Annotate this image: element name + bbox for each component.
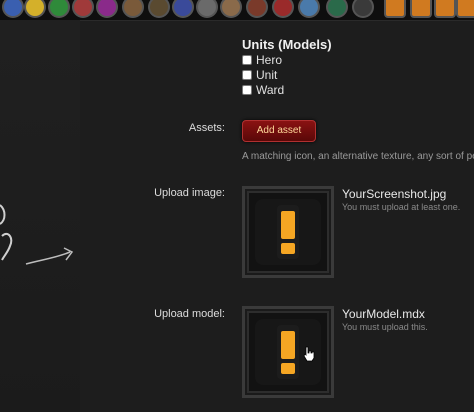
nav-icon-1[interactable] bbox=[2, 0, 24, 18]
nav-icon-5[interactable] bbox=[96, 0, 118, 18]
unit-checkbox[interactable] bbox=[242, 70, 252, 80]
nav-icon-2[interactable] bbox=[24, 0, 46, 18]
unit-type-option-unit[interactable]: Unit bbox=[242, 68, 277, 82]
hero-checkbox-label: Hero bbox=[256, 53, 283, 67]
units-section-title: Units (Models) bbox=[242, 37, 332, 52]
nav-icon-9[interactable] bbox=[196, 0, 218, 18]
upload-model-label: Upload model: bbox=[154, 308, 225, 320]
nav-icon-4[interactable] bbox=[72, 0, 94, 18]
scribble-decoration-icon bbox=[0, 204, 74, 265]
upload-image-filename: YourScreenshot.jpg bbox=[342, 187, 447, 201]
upload-model-dropzone[interactable] bbox=[242, 306, 334, 398]
upload-model-hint: You must upload this. bbox=[342, 322, 428, 332]
decorative-side-artwork bbox=[0, 20, 80, 412]
ward-checkbox-label: Ward bbox=[256, 83, 285, 97]
nav-icon-14[interactable] bbox=[326, 0, 348, 18]
nav-icon-12[interactable] bbox=[272, 0, 294, 18]
upload-model-filename: YourModel.mdx bbox=[342, 307, 425, 321]
unit-type-option-hero[interactable]: Hero bbox=[242, 53, 282, 67]
nav-icon-6[interactable] bbox=[122, 0, 144, 18]
twitter-icon[interactable] bbox=[434, 0, 456, 18]
ward-checkbox[interactable] bbox=[242, 85, 252, 95]
nav-icon-11[interactable] bbox=[246, 0, 268, 18]
top-nav-icon-strip bbox=[0, 0, 474, 21]
youtube-icon[interactable] bbox=[456, 0, 474, 18]
discord-icon[interactable] bbox=[384, 0, 406, 18]
upload-image-label: Upload image: bbox=[154, 187, 225, 199]
exclamation-placeholder-icon bbox=[277, 325, 299, 379]
exclamation-placeholder-icon bbox=[277, 205, 299, 259]
nav-icon-3[interactable] bbox=[48, 0, 70, 18]
unit-type-option-ward[interactable]: Ward bbox=[242, 83, 284, 97]
nav-icon-8[interactable] bbox=[172, 0, 194, 18]
upload-image-dropzone[interactable] bbox=[242, 186, 334, 278]
nav-icon-15[interactable] bbox=[352, 0, 374, 18]
upload-image-preview bbox=[255, 199, 321, 265]
assets-help-text: A matching icon, an alternative texture,… bbox=[242, 151, 474, 162]
facebook-icon[interactable] bbox=[410, 0, 432, 18]
hand-cursor-icon bbox=[303, 346, 315, 367]
nav-icon-7[interactable] bbox=[148, 0, 170, 18]
nav-icon-10[interactable] bbox=[220, 0, 242, 18]
assets-label: Assets: bbox=[188, 122, 225, 134]
hero-checkbox[interactable] bbox=[242, 55, 252, 65]
upload-image-hint: You must upload at least one. bbox=[342, 202, 461, 212]
nav-icon-13[interactable] bbox=[298, 0, 320, 18]
add-asset-button[interactable]: Add asset bbox=[242, 120, 316, 142]
unit-checkbox-label: Unit bbox=[256, 68, 278, 82]
